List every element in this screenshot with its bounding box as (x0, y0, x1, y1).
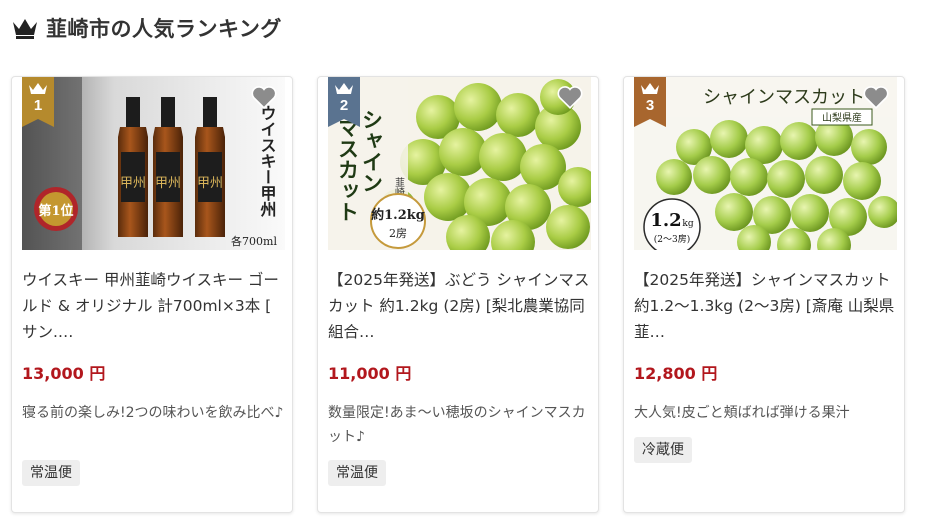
shipping-tag: 冷蔵便 (634, 437, 692, 463)
product-description: 大人気!皮ごと頬ばれば弾ける果汁 (634, 405, 850, 421)
product-title[interactable]: 【2025年発送】シャインマスカット 約1.2〜1.3kg (2〜3房) [斎庵… (634, 267, 896, 345)
svg-text:kg: kg (682, 219, 693, 229)
svg-text:山梨県産: 山梨県産 (822, 111, 862, 124)
svg-text:シャインマスカット: シャインマスカット (703, 87, 865, 108)
svg-text:1.2: 1.2 (650, 210, 681, 231)
product-image[interactable]: 甲州 甲州 甲州 ウイスキー甲州 第1位 各700ml 1 (22, 77, 285, 250)
product-price: 13,000 円 (22, 364, 106, 383)
product-description: 寝る前の楽しみ!2つの味わいを飲み比べ♪ (22, 405, 284, 421)
svg-text:甲州: 甲州 (120, 176, 146, 191)
ranking-card-2[interactable]: シャイン マスカット 韮崎市産 約1.2kg 2房 2 【2025年発送】ぶどう… (317, 76, 599, 513)
svg-text:ウイスキー甲州: ウイスキー甲州 (258, 105, 278, 217)
product-description: 数量限定!あま〜い穂坂のシャインマスカット♪ (328, 405, 586, 445)
svg-text:シャイン: シャイン (360, 109, 385, 193)
svg-text:約1.2kg: 約1.2kg (371, 207, 425, 223)
svg-text:甲州: 甲州 (155, 176, 181, 191)
svg-text:甲州: 甲州 (197, 176, 223, 191)
svg-text:2房: 2房 (389, 227, 407, 240)
product-image[interactable]: シャインマスカット 山梨県産 1.2 kg (2〜3房) 3 (634, 77, 897, 250)
shipping-tag: 常温便 (328, 460, 386, 486)
crown-icon (13, 19, 37, 39)
section-title: 韮崎市の人気ランキング (46, 17, 282, 41)
rank-badge: 1 (22, 77, 54, 127)
heart-icon[interactable] (863, 85, 889, 109)
svg-text:マスカット: マスカット (336, 117, 361, 222)
rank-badge: 3 (634, 77, 666, 127)
product-title[interactable]: 【2025年発送】ぶどう シャインマスカット 約1.2kg (2房) [梨北農業… (328, 267, 590, 345)
product-price: 11,000 円 (328, 364, 412, 383)
svg-text:(2〜3房): (2〜3房) (654, 233, 690, 245)
svg-text:第1位: 第1位 (38, 203, 73, 219)
heart-icon[interactable] (251, 85, 277, 109)
product-image[interactable]: シャイン マスカット 韮崎市産 約1.2kg 2房 2 (328, 77, 591, 250)
ranking-card-1[interactable]: 甲州 甲州 甲州 ウイスキー甲州 第1位 各700ml 1 ウイスキー 甲州韮崎… (11, 76, 293, 513)
svg-text:各700ml: 各700ml (231, 234, 277, 248)
ranking-card-3[interactable]: シャインマスカット 山梨県産 1.2 kg (2〜3房) 3 【2025年発送】… (623, 76, 905, 513)
product-price: 12,800 円 (634, 364, 718, 383)
product-title[interactable]: ウイスキー 甲州韮崎ウイスキー ゴールド & オリジナル 計700ml×3本 [… (22, 267, 284, 345)
shipping-tag: 常温便 (22, 460, 80, 486)
heart-icon[interactable] (557, 85, 583, 109)
rank-badge: 2 (328, 77, 360, 127)
section-header: 韮崎市の人気ランキング (12, 12, 282, 44)
